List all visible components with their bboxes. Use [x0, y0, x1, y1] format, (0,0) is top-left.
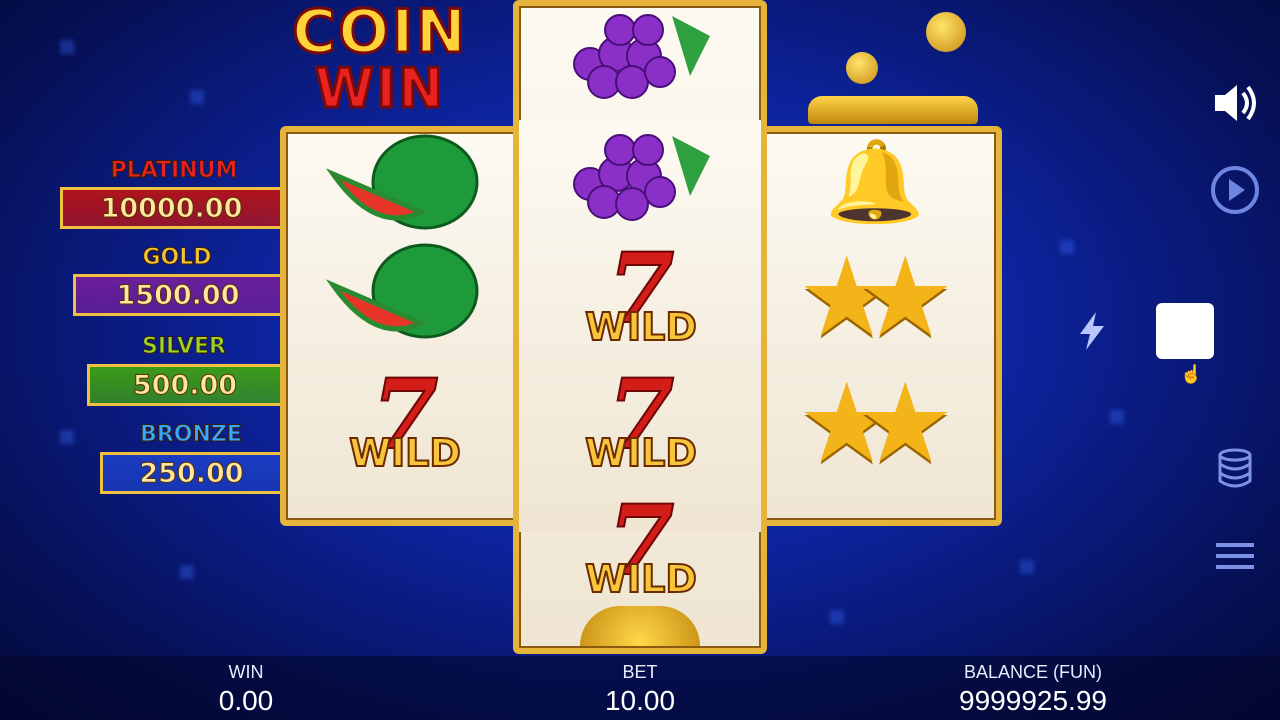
autoplay-button[interactable] [1206, 162, 1264, 218]
coin-symbol [580, 606, 700, 646]
jackpot-silver-label: SILVER [141, 334, 226, 360]
watermelon-symbol [320, 134, 490, 234]
balance-display: BALANCE (FUN) 9999925.99 [930, 662, 1136, 717]
background-sparkle [190, 90, 204, 104]
logo-line-coin: COIN [291, 0, 468, 67]
jackpot-bronze-value: 250.00 [100, 452, 280, 494]
grapes-symbol [555, 122, 725, 226]
bet-value: 10.00 [604, 685, 676, 716]
background-sparkle [60, 40, 74, 54]
background-sparkle [60, 430, 74, 444]
wild-symbol: 7 WILD [302, 364, 508, 488]
coin-pile-decoration [780, 8, 990, 126]
bell-symbol: 🔔 [825, 137, 925, 226]
jackpot-gold-label: GOLD [142, 245, 212, 271]
grapes-symbol [555, 6, 725, 102]
autoplay-icon [1211, 166, 1259, 214]
game-logo: COIN WIN [282, 0, 478, 124]
jackpot-platinum-label: PLATINUM [110, 158, 238, 184]
menu-button[interactable] [1212, 536, 1258, 576]
wild-symbol: 7 WILD [538, 239, 744, 360]
background-sparkle [180, 565, 194, 579]
watermelon-symbol [320, 236, 490, 356]
win-label: WIN [228, 662, 264, 682]
pointer-cursor-icon: ☝ [1180, 364, 1203, 384]
background-sparkle [1110, 410, 1124, 424]
sound-button[interactable] [1206, 76, 1264, 130]
speaker-icon [1215, 85, 1256, 121]
bet-settings-button[interactable] [1210, 446, 1260, 490]
jackpot-platinum-value: 10000.00 [60, 187, 280, 229]
wild-label: WILD [348, 430, 462, 476]
stars-symbol: ★ ★ [797, 362, 955, 485]
turbo-button[interactable] [1074, 310, 1110, 352]
background-sparkle [1060, 240, 1074, 254]
background-sparkle [830, 610, 844, 624]
coin-stack-icon [1218, 448, 1252, 488]
bet-display: BET 10.00 [580, 662, 700, 717]
jackpot-silver-value: 500.00 [87, 364, 280, 406]
wild-label: WILD [584, 304, 698, 350]
spin-button[interactable] [1156, 303, 1214, 359]
win-display: WIN 0.00 [186, 662, 306, 717]
win-value: 0.00 [218, 685, 274, 716]
lightning-icon [1080, 312, 1104, 350]
jackpot-bronze-label: BRONZE [140, 422, 243, 448]
wild-label: WILD [584, 430, 698, 476]
balance-value: 9999925.99 [959, 685, 1107, 716]
wild-symbol: 7 WILD [538, 490, 744, 614]
background-sparkle [1020, 560, 1034, 574]
logo-line-win: WIN [313, 57, 446, 120]
wild-label: WILD [584, 556, 698, 602]
menu-icon [1216, 543, 1254, 569]
jackpot-gold-value: 1500.00 [73, 274, 280, 316]
balance-label: BALANCE (FUN) [963, 662, 1102, 682]
wild-symbol: 7 WILD [538, 364, 744, 488]
stars-symbol: ★ ★ [797, 236, 955, 359]
bet-label: BET [622, 662, 658, 682]
